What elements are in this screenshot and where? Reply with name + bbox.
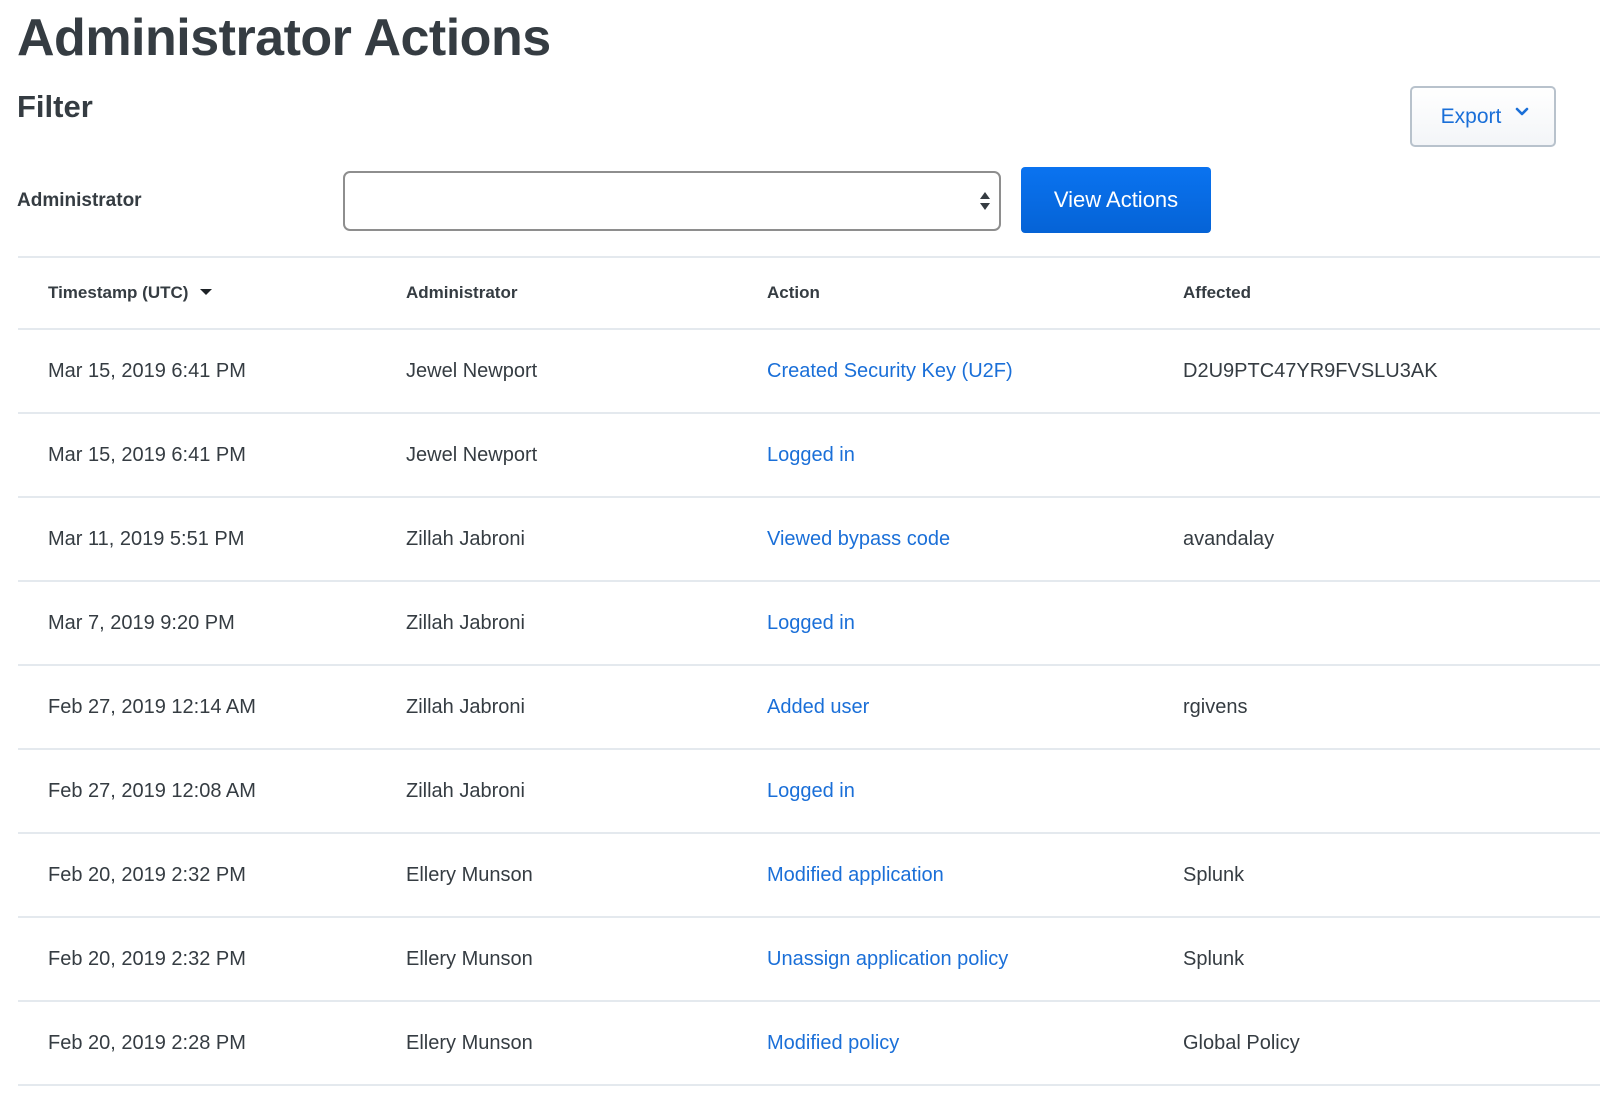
cell-action: Logged in — [737, 749, 1153, 834]
cell-timestamp: Feb 27, 2019 12:14 AM — [18, 665, 376, 750]
cell-administrator: Zillah Jabroni — [376, 749, 737, 834]
cell-action: Logged in — [737, 413, 1153, 498]
view-actions-button[interactable]: View Actions — [1021, 167, 1211, 233]
cell-timestamp: Mar 7, 2019 9:20 PM — [18, 581, 376, 666]
cell-timestamp: Mar 11, 2019 5:51 PM — [18, 497, 376, 582]
action-link[interactable]: Unassign application policy — [767, 948, 1008, 970]
cell-timestamp: Mar 15, 2019 6:41 PM — [18, 413, 376, 498]
cell-action: Modified policy — [737, 1001, 1153, 1086]
administrator-actions-table: Timestamp (UTC) Administrator Action Aff… — [18, 256, 1600, 1086]
table-row: Feb 27, 2019 12:14 AM Zillah Jabroni Added… — [18, 665, 1600, 750]
cell-administrator: Ellery Munson — [376, 917, 737, 1002]
table-row: Mar 11, 2019 5:51 PM Zillah Jabroni Viewed… — [18, 497, 1600, 582]
export-button-label: Export — [1440, 104, 1502, 128]
cell-affected — [1153, 749, 1600, 834]
cell-action: Added user — [737, 665, 1153, 750]
action-link[interactable]: Viewed bypass code — [767, 528, 950, 550]
action-link[interactable]: Added user — [767, 696, 869, 718]
cell-timestamp: Mar 15, 2019 6:41 PM — [18, 329, 376, 414]
table-row: Mar 15, 2019 6:41 PM Jewel Newport Created… — [18, 329, 1600, 414]
filter-heading: Filter — [17, 89, 93, 124]
cell-timestamp: Feb 20, 2019 2:28 PM — [18, 1001, 376, 1086]
cell-action: Logged in — [737, 581, 1153, 666]
action-link[interactable]: Modified application — [767, 864, 944, 886]
column-header-administrator: Administrator — [376, 256, 737, 330]
cell-administrator: Jewel Newport — [376, 413, 737, 498]
cell-affected: Splunk — [1153, 833, 1600, 918]
cell-affected: avandalay — [1153, 497, 1600, 582]
table-row: Feb 20, 2019 2:32 PM Ellery Munson Modifie… — [18, 833, 1600, 918]
cell-administrator: Ellery Munson — [376, 833, 737, 918]
column-header-timestamp[interactable]: Timestamp (UTC) — [18, 256, 376, 330]
cell-affected: Global Policy — [1153, 1001, 1600, 1086]
cell-affected: Splunk — [1153, 917, 1600, 1002]
export-button[interactable]: Export — [1410, 86, 1556, 147]
action-link[interactable]: Modified policy — [767, 1032, 899, 1054]
cell-administrator: Ellery Munson — [376, 1001, 737, 1086]
cell-affected — [1153, 413, 1600, 498]
table-row: Feb 27, 2019 12:08 AM Zillah Jabroni Logge… — [18, 749, 1600, 834]
cell-action: Created Security Key (U2F) — [737, 329, 1153, 414]
action-link[interactable]: Logged in — [767, 780, 855, 802]
page-title: Administrator Actions — [17, 9, 551, 67]
column-header-affected: Affected — [1153, 256, 1600, 330]
cell-action: Modified application — [737, 833, 1153, 918]
table-row: Feb 20, 2019 2:28 PM Ellery Munson Modifie… — [18, 1001, 1600, 1086]
cell-timestamp: Feb 27, 2019 12:08 AM — [18, 749, 376, 834]
cell-affected — [1153, 581, 1600, 666]
cell-administrator: Zillah Jabroni — [376, 581, 737, 666]
action-link[interactable]: Logged in — [767, 612, 855, 634]
cell-administrator: Zillah Jabroni — [376, 497, 737, 582]
cell-action: Unassign application policy — [737, 917, 1153, 1002]
cell-affected: rgivens — [1153, 665, 1600, 750]
action-link[interactable]: Logged in — [767, 444, 855, 466]
table-header-row: Timestamp (UTC) Administrator Action Aff… — [18, 256, 1600, 330]
table-row: Mar 7, 2019 9:20 PM Zillah Jabroni Logged … — [18, 581, 1600, 666]
chevron-down-icon — [1516, 107, 1529, 115]
action-link[interactable]: Created Security Key (U2F) — [767, 360, 1013, 382]
cell-administrator: Jewel Newport — [376, 329, 737, 414]
table-row: Feb 20, 2019 2:32 PM Ellery Munson Unassig… — [18, 917, 1600, 1002]
table-row: Mar 15, 2019 6:41 PM Jewel Newport Logged … — [18, 413, 1600, 498]
column-header-action: Action — [737, 256, 1153, 330]
administrator-filter-label: Administrator — [17, 190, 142, 211]
administrator-select[interactable] — [343, 171, 1001, 231]
cell-administrator: Zillah Jabroni — [376, 665, 737, 750]
sort-descending-icon[interactable] — [200, 288, 213, 295]
cell-timestamp: Feb 20, 2019 2:32 PM — [18, 917, 376, 1002]
cell-action: Viewed bypass code — [737, 497, 1153, 582]
up-down-arrows-icon — [980, 192, 990, 210]
cell-timestamp: Feb 20, 2019 2:32 PM — [18, 833, 376, 918]
cell-affected: D2U9PTC47YR9FVSLU3AK — [1153, 329, 1600, 414]
